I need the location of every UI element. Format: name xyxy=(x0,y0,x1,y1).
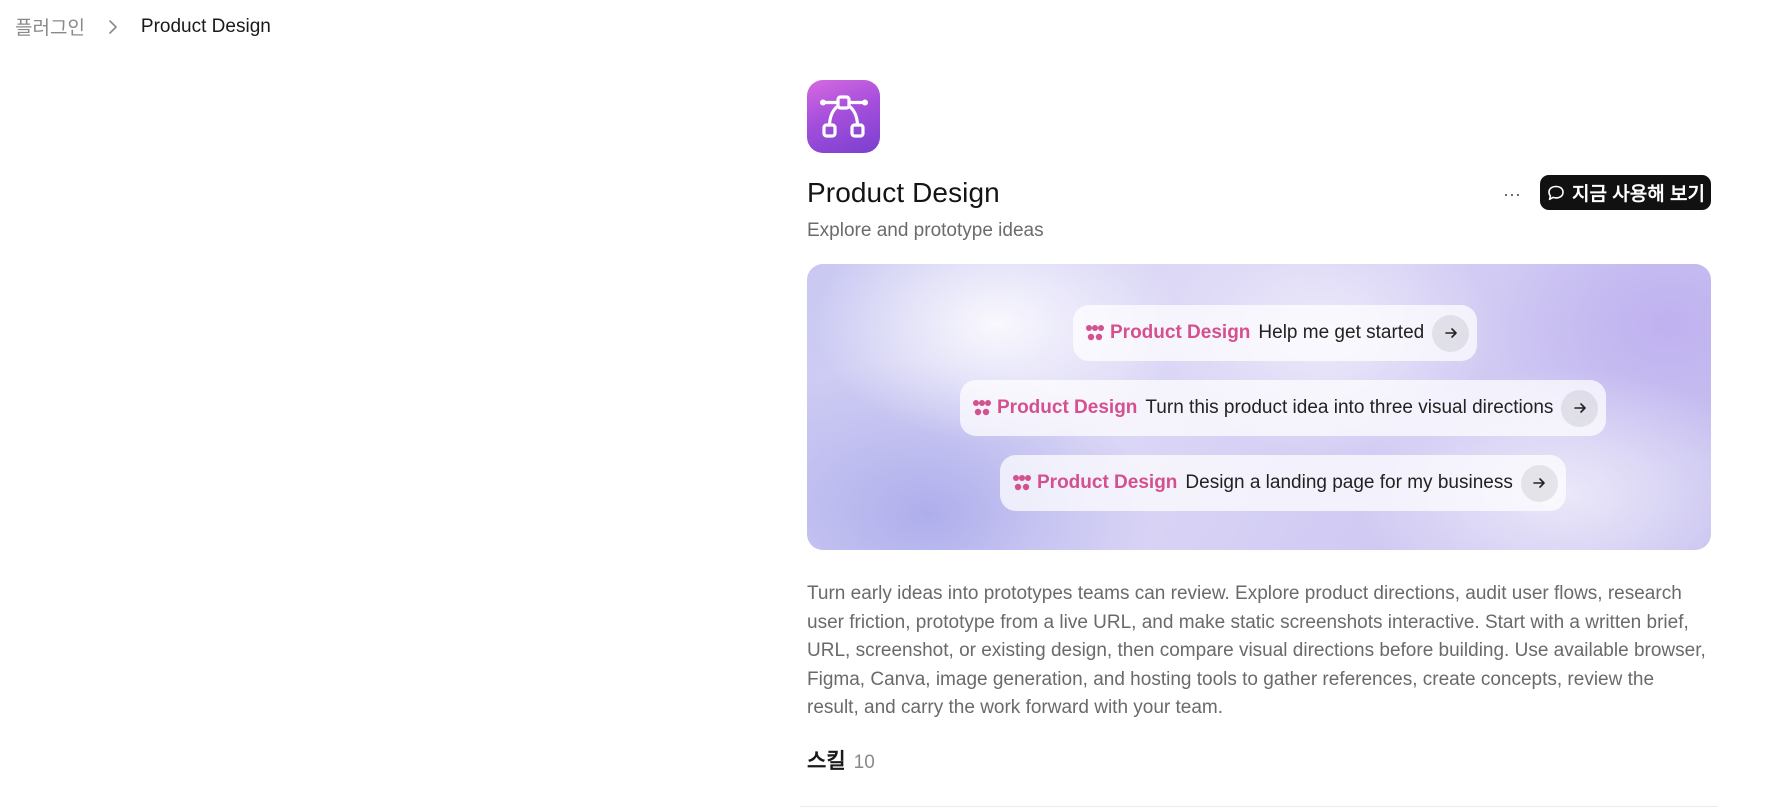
pill-brand-label: Product Design xyxy=(997,397,1138,418)
plugin-detail: Product Design ··· 지금 사용해 보기 Explore and… xyxy=(807,80,1711,775)
page-title: Product Design xyxy=(807,177,1000,208)
example-prompts-banner: Product Design Help me get started Produ… xyxy=(807,264,1711,550)
breadcrumb-plugins-link[interactable]: 플러그인 xyxy=(15,13,85,40)
product-design-brand-icon xyxy=(1086,325,1104,341)
chat-bubble-icon xyxy=(1548,185,1564,200)
skills-header: 스킬 10 xyxy=(807,745,1711,775)
prompt-pill[interactable]: Product Design Design a landing page for… xyxy=(1000,455,1566,511)
breadcrumb: 플러그인 Product Design xyxy=(15,13,271,40)
plugin-description: Turn early ideas into prototypes teams c… xyxy=(807,583,1706,719)
product-design-brand-icon xyxy=(973,400,991,416)
skills-label: 스킬 xyxy=(807,749,846,773)
pill-brand: Product Design xyxy=(972,397,1137,419)
pill-brand-label: Product Design xyxy=(1037,472,1178,493)
nodes-connector-icon xyxy=(819,94,868,138)
breadcrumb-current: Product Design xyxy=(140,15,271,37)
chevron-right-icon xyxy=(103,17,123,37)
more-options-button[interactable]: ··· xyxy=(1495,179,1529,209)
arrow-right-icon xyxy=(1561,389,1599,427)
pill-brand: Product Design xyxy=(1012,472,1177,494)
pill-brand-label: Product Design xyxy=(1110,322,1251,343)
prompt-pill[interactable]: Product Design Turn this product idea in… xyxy=(960,380,1607,436)
arrow-right-icon xyxy=(1520,464,1558,502)
pill-text: Turn this product idea into three visual… xyxy=(1145,397,1554,418)
pill-text: Design a landing page for my business xyxy=(1185,472,1513,493)
divider xyxy=(800,806,1718,807)
product-design-brand-icon xyxy=(1013,475,1031,491)
pill-text: Help me get started xyxy=(1258,322,1425,343)
try-now-label: 지금 사용해 보기 xyxy=(1572,184,1705,205)
prompt-pill[interactable]: Product Design Help me get started xyxy=(1073,305,1478,361)
title-row: Product Design ··· 지금 사용해 보기 xyxy=(807,175,1711,215)
ellipsis-icon: ··· xyxy=(1503,183,1521,204)
plugin-app-icon xyxy=(807,80,880,153)
arrow-right-icon xyxy=(1432,314,1470,352)
try-now-button[interactable]: 지금 사용해 보기 xyxy=(1540,175,1711,210)
page-subtitle: Explore and prototype ideas xyxy=(807,220,1044,241)
skills-count: 10 xyxy=(853,751,875,773)
pill-brand: Product Design xyxy=(1085,322,1250,344)
